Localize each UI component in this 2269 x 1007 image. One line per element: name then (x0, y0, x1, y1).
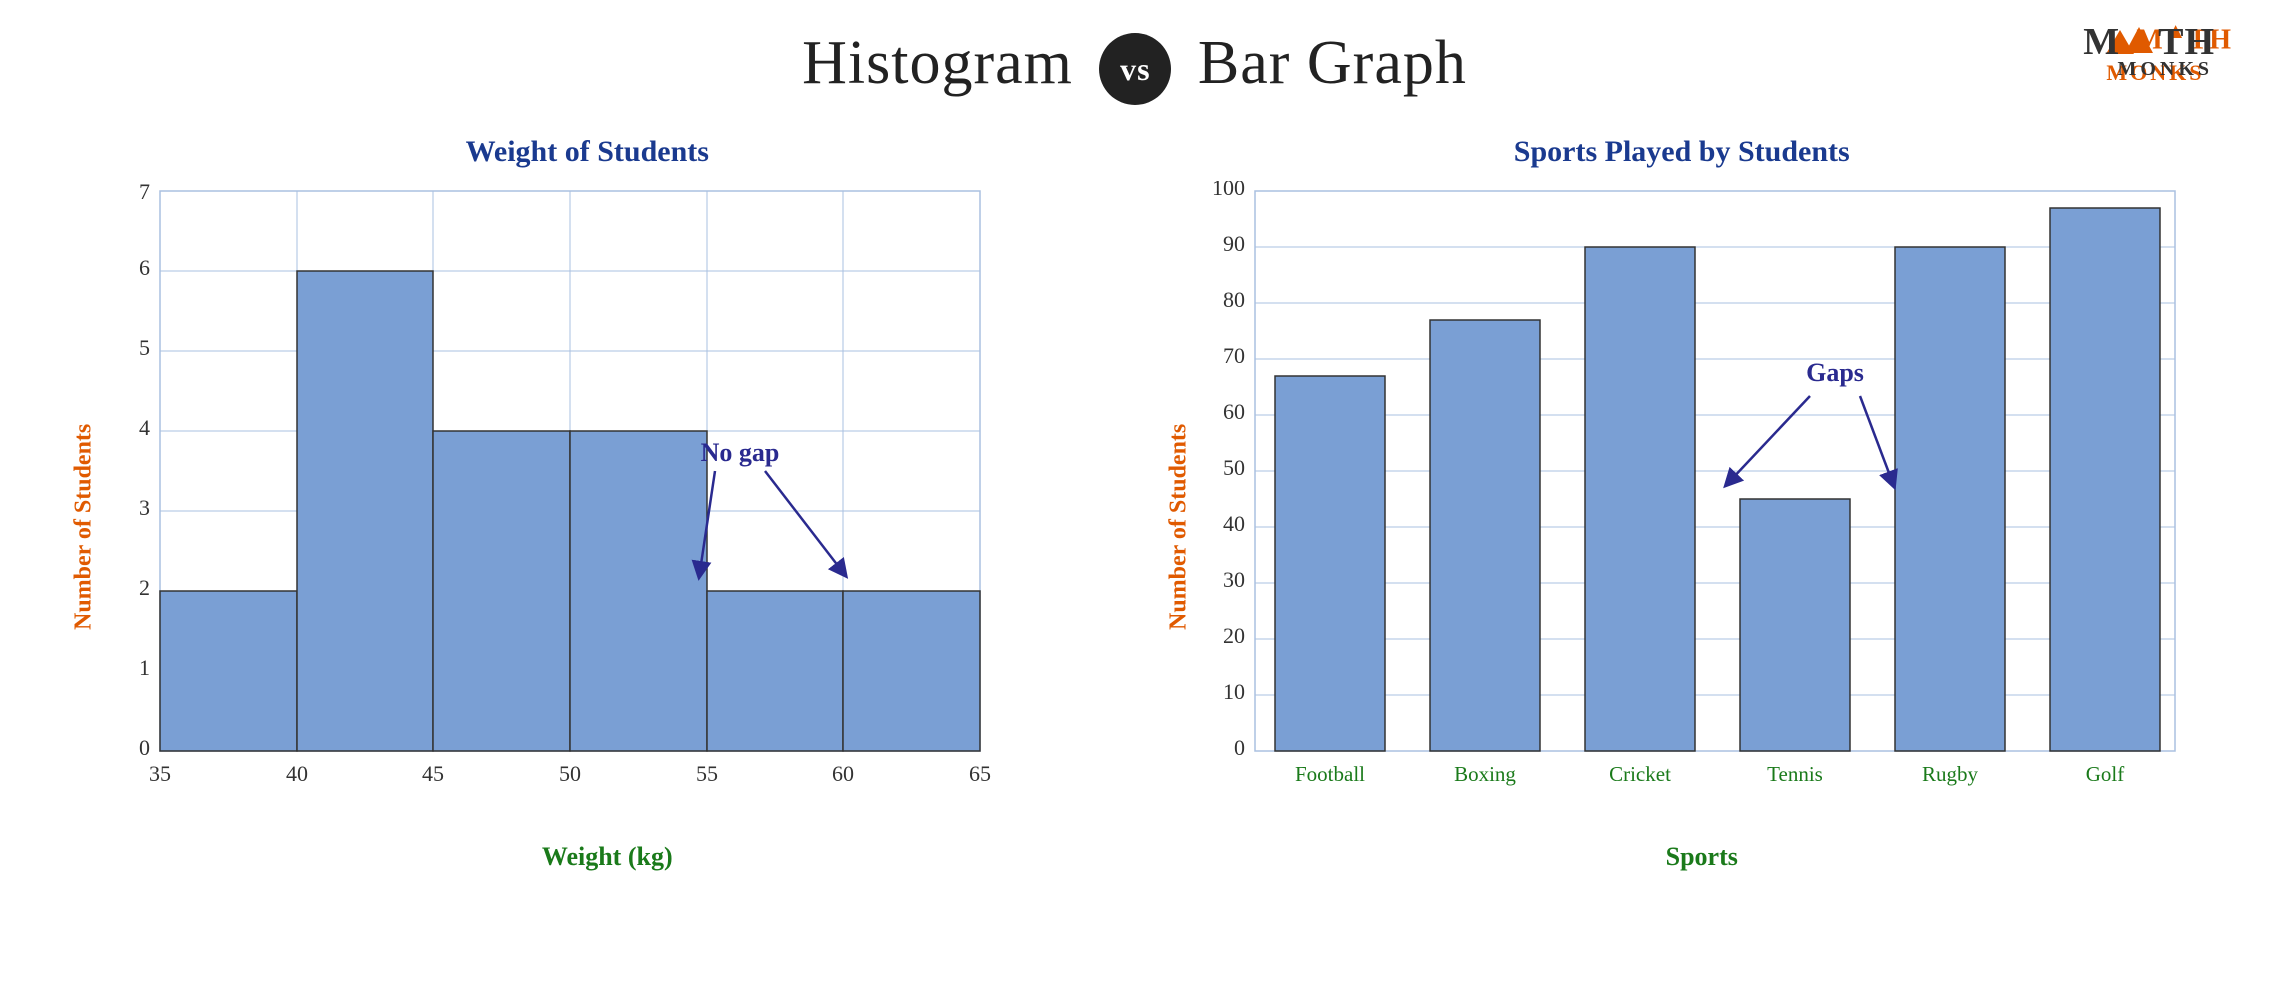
svg-text:Cricket: Cricket (1609, 762, 1671, 786)
svg-text:No gap: No gap (701, 438, 780, 467)
histogram-area: Number of Students (60, 181, 1115, 872)
svg-text:7: 7 (139, 181, 150, 204)
bar-graph-area: Number of Students (1155, 181, 2210, 872)
svg-text:50: 50 (559, 761, 581, 786)
svg-text:5: 5 (139, 335, 150, 360)
svg-text:Rugby: Rugby (1921, 762, 1978, 786)
histogram-x-label: Weight (kg) (100, 842, 1115, 872)
histogram-svg: 0 1 2 3 4 5 6 7 35 40 45 50 55 60 65 (100, 181, 1000, 831)
svg-text:50: 50 (1223, 455, 1245, 480)
svg-text:90: 90 (1223, 231, 1245, 256)
svg-text:20: 20 (1223, 623, 1245, 648)
svg-text:2: 2 (139, 575, 150, 600)
svg-text:80: 80 (1223, 287, 1245, 312)
svg-text:40: 40 (286, 761, 308, 786)
bar-graph-inner: 0 10 20 30 40 50 60 70 80 90 100 Footbal… (1195, 181, 2210, 872)
title-text-1: Histogram (802, 29, 1089, 97)
bar-graph-wrapper: Sports Played by Students Number of Stud… (1155, 135, 2210, 872)
charts-container: Weight of Students Number of Students (0, 105, 2269, 872)
svg-text:Boxing: Boxing (1454, 762, 1516, 786)
logo-text: M (2083, 20, 2120, 64)
svg-text:65: 65 (969, 761, 991, 786)
histogram-y-label: Number of Students (60, 181, 100, 872)
vs-badge: vs (1099, 33, 1171, 105)
title-text-2: Bar Graph (1181, 29, 1466, 97)
svg-text:1: 1 (139, 655, 150, 680)
svg-text:4: 4 (139, 415, 150, 440)
svg-text:10: 10 (1223, 679, 1245, 704)
histogram-title: Weight of Students (60, 135, 1115, 169)
svg-text:100: 100 (1212, 181, 1245, 200)
svg-text:45: 45 (422, 761, 444, 786)
svg-text:70: 70 (1223, 343, 1245, 368)
svg-text:3: 3 (139, 495, 150, 520)
svg-text:40: 40 (1223, 511, 1245, 536)
svg-text:60: 60 (1223, 399, 1245, 424)
svg-text:55: 55 (696, 761, 718, 786)
page-title: Histogram vs Bar Graph (0, 0, 2269, 105)
bar-graph-x-label: Sports (1195, 842, 2210, 872)
svg-text:Football: Football (1294, 762, 1364, 786)
bargraph-svg: 0 10 20 30 40 50 60 70 80 90 100 Footbal… (1195, 181, 2195, 831)
svg-text:Golf: Golf (2085, 762, 2124, 786)
svg-text:Tennis: Tennis (1767, 762, 1823, 786)
svg-text:60: 60 (832, 761, 854, 786)
histogram-wrapper: Weight of Students Number of Students (60, 135, 1115, 872)
svg-text:30: 30 (1223, 567, 1245, 592)
svg-text:Gaps: Gaps (1806, 358, 1864, 387)
bar-graph-title: Sports Played by Students (1155, 135, 2210, 169)
bar-graph-y-label: Number of Students (1155, 181, 1195, 872)
logo-monks: MONKS (2117, 58, 2213, 81)
svg-text:35: 35 (149, 761, 171, 786)
logo-triangle (2125, 27, 2153, 53)
histogram-inner: 0 1 2 3 4 5 6 7 35 40 45 50 55 60 65 (100, 181, 1115, 872)
svg-text:6: 6 (139, 255, 150, 280)
svg-text:0: 0 (1234, 735, 1245, 760)
svg-text:0: 0 (139, 735, 150, 760)
